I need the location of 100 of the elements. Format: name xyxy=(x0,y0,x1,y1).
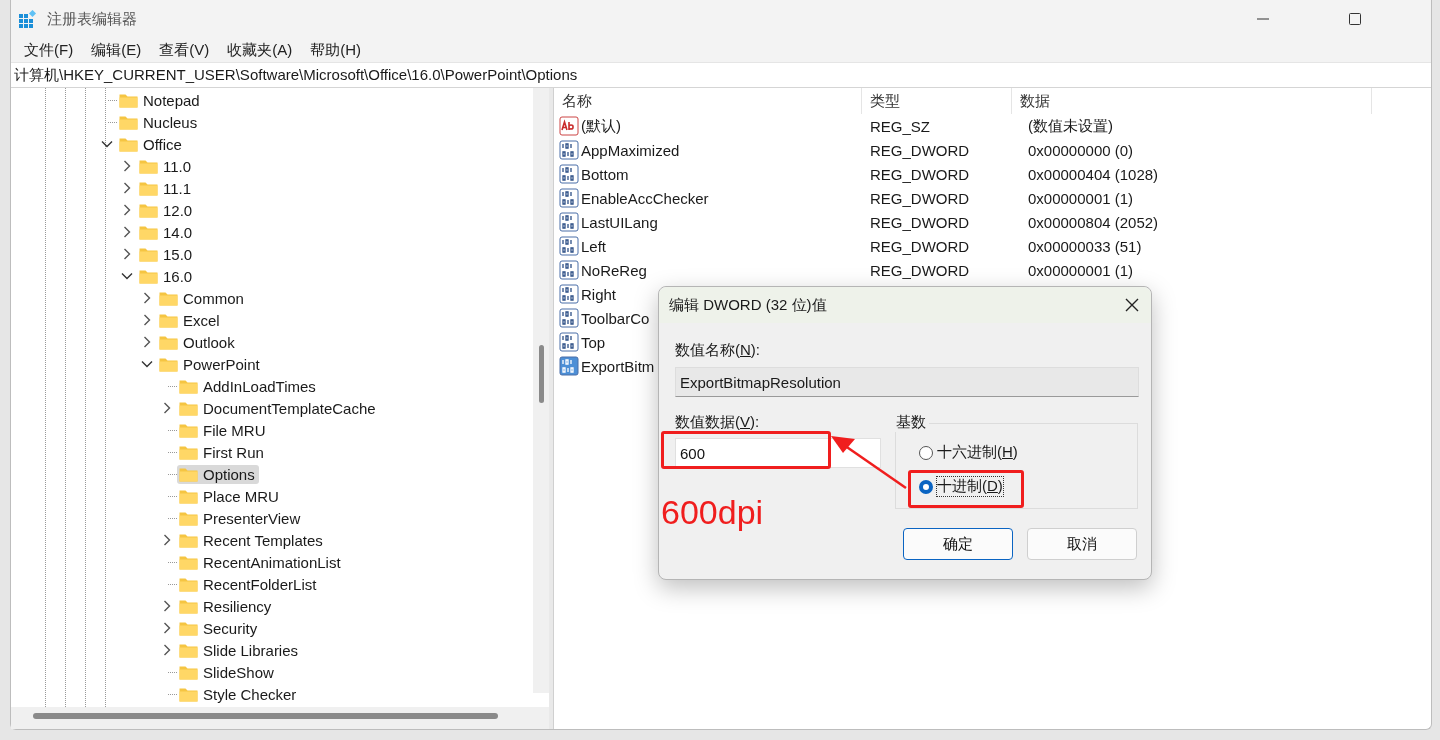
folder-icon xyxy=(139,224,158,240)
tree-item[interactable]: PresenterView xyxy=(177,508,305,528)
binary-value-icon xyxy=(559,164,579,184)
tree-item[interactable]: Notepad xyxy=(117,90,204,110)
menu-item[interactable]: 收藏夹(A) xyxy=(218,40,302,60)
dialog-button[interactable]: 取消 xyxy=(1027,528,1137,560)
tree-item[interactable]: 12.0 xyxy=(137,200,197,220)
binary-value-icon xyxy=(559,188,579,208)
tree-item[interactable]: SlideShow xyxy=(177,662,278,682)
field-label: 数值数据(V): xyxy=(675,413,760,432)
tree-item[interactable]: Office xyxy=(117,134,186,154)
value-name[interactable]: ExportBitm xyxy=(581,357,655,375)
tree-item[interactable]: Slide Libraries xyxy=(177,640,303,660)
tree-item[interactable]: RecentAnimationList xyxy=(177,552,345,572)
binary-value-icon xyxy=(559,236,579,256)
tree-item[interactable]: First Run xyxy=(177,442,268,462)
folder-icon xyxy=(179,554,198,570)
value-type: REG_SZ xyxy=(870,117,930,135)
tree-item[interactable]: Style Checker xyxy=(177,684,301,704)
folder-icon xyxy=(119,136,138,152)
menu-item[interactable]: 编辑(E) xyxy=(82,40,151,60)
value-data: 0x00000804 (2052) xyxy=(1028,213,1159,231)
caret-icon[interactable] xyxy=(123,160,131,172)
tree-item[interactable]: File MRU xyxy=(177,420,270,440)
tree-item[interactable]: 16.0 xyxy=(137,266,197,286)
folder-icon xyxy=(139,158,158,174)
value-name[interactable]: Left xyxy=(581,237,607,255)
caret-icon[interactable] xyxy=(123,204,131,216)
folder-icon xyxy=(179,378,198,394)
menu-item[interactable]: 查看(V) xyxy=(150,40,219,60)
value-name-field[interactable]: ExportBitmapResolution xyxy=(675,367,1139,397)
caret-icon[interactable] xyxy=(163,600,171,612)
value-name[interactable]: NoReReg xyxy=(581,261,647,279)
caret-icon[interactable] xyxy=(163,402,171,414)
column-header[interactable]: 名称 xyxy=(554,88,862,114)
tree-item[interactable]: DocumentTemplateCache xyxy=(177,398,380,418)
caret-icon[interactable] xyxy=(143,292,151,304)
caret-icon[interactable] xyxy=(121,272,133,280)
caret-icon[interactable] xyxy=(143,336,151,348)
tree-item[interactable]: 11.1 xyxy=(137,178,196,198)
binary-value-icon xyxy=(559,284,579,304)
value-data: 0x00000001 (1) xyxy=(1028,189,1134,207)
tree-item[interactable]: Place MRU xyxy=(177,486,283,506)
dialog-button[interactable]: 确定 xyxy=(903,528,1013,560)
caret-icon[interactable] xyxy=(141,360,153,368)
folder-icon xyxy=(179,466,198,482)
value-type: REG_DWORD xyxy=(870,165,970,183)
caret-icon[interactable] xyxy=(143,314,151,326)
caret-icon[interactable] xyxy=(123,248,131,260)
value-name[interactable]: LastUILang xyxy=(581,213,658,231)
radio-button[interactable]: 十六进制(H) xyxy=(919,443,1018,462)
caret-icon[interactable] xyxy=(101,140,113,148)
column-header[interactable]: 数据 xyxy=(1012,88,1372,114)
folder-icon xyxy=(179,400,198,416)
tree-item[interactable]: RecentFolderList xyxy=(177,574,321,594)
tree-item[interactable]: Recent Templates xyxy=(177,530,327,550)
tree-item[interactable]: Options xyxy=(177,464,259,484)
value-name[interactable]: Bottom xyxy=(581,165,629,183)
folder-icon xyxy=(159,356,178,372)
value-type: REG_DWORD xyxy=(870,213,970,231)
tree-item[interactable]: PowerPoint xyxy=(157,354,264,374)
column-header[interactable]: 类型 xyxy=(862,88,1012,114)
value-name[interactable]: (默认) xyxy=(581,116,621,136)
value-name[interactable]: AppMaximized xyxy=(581,141,680,159)
folder-icon xyxy=(159,290,178,306)
radio-button[interactable]: 十进制(D) xyxy=(919,477,1003,496)
tree-item[interactable]: Excel xyxy=(157,310,224,330)
value-name[interactable]: Right xyxy=(581,285,617,303)
scrollbar-thumb[interactable] xyxy=(539,345,544,403)
tree-item[interactable]: 15.0 xyxy=(137,244,197,264)
menu-item[interactable]: 帮助(H) xyxy=(301,40,370,60)
close-icon[interactable] xyxy=(1125,298,1139,312)
folder-icon xyxy=(139,268,158,284)
folder-icon xyxy=(139,246,158,262)
value-data-field[interactable]: 600 xyxy=(675,438,881,468)
folder-icon xyxy=(179,576,198,592)
tree-item[interactable]: 11.0 xyxy=(137,156,196,176)
tree-item[interactable]: Nucleus xyxy=(117,112,202,132)
caret-icon[interactable] xyxy=(163,622,171,634)
tree-item[interactable]: AddInLoadTimes xyxy=(177,376,320,396)
folder-icon xyxy=(179,620,198,636)
value-name[interactable]: EnableAccChecker xyxy=(581,189,709,207)
tree-item[interactable]: Outlook xyxy=(157,332,239,352)
caret-icon[interactable] xyxy=(163,534,171,546)
dialog-title: 编辑 DWORD (32 位)值 xyxy=(669,295,827,315)
value-name[interactable]: Top xyxy=(581,333,606,351)
address-bar[interactable]: 计算机\HKEY_CURRENT_USER\Software\Microsoft\Office\16.0\PowerPoint\Options xyxy=(11,62,1431,88)
tree-item[interactable]: Common xyxy=(157,288,248,308)
tree-item[interactable]: 14.0 xyxy=(137,222,197,242)
caret-icon[interactable] xyxy=(123,182,131,194)
binary-value-icon xyxy=(559,260,579,280)
scrollbar-thumb[interactable] xyxy=(33,713,498,719)
value-name[interactable]: ToolbarCo xyxy=(581,309,650,327)
tree-item[interactable]: Resiliency xyxy=(177,596,276,616)
folder-icon xyxy=(119,114,138,130)
caret-icon[interactable] xyxy=(123,226,131,238)
value-type: REG_DWORD xyxy=(870,237,970,255)
caret-icon[interactable] xyxy=(163,644,171,656)
menu-item[interactable]: 文件(F) xyxy=(15,40,83,60)
tree-item[interactable]: Security xyxy=(177,618,262,638)
